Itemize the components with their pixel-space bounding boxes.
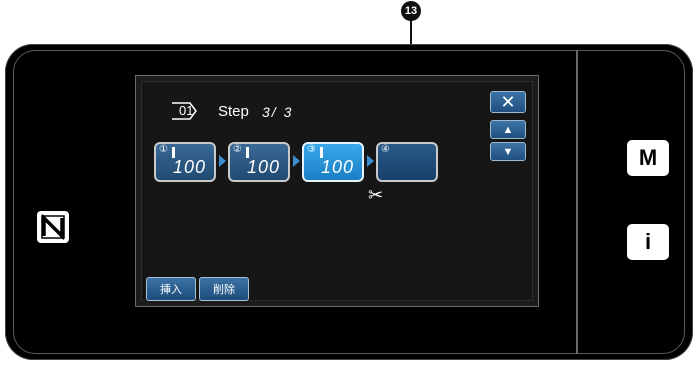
callout-13-badge: 13 <box>401 1 421 21</box>
callout-13-label: 13 <box>404 5 418 17</box>
close-icon: ✕ <box>500 91 516 112</box>
pattern-number-value: 01 <box>179 103 194 118</box>
step-button-3[interactable]: ③ 100 <box>302 142 364 182</box>
insert-button-label: 挿入 <box>160 284 182 296</box>
nfc-icon <box>37 211 69 243</box>
step-counter: 3/ 3 <box>262 104 294 120</box>
lcd-screen: 01 Step 3/ 3 ① 100 ② 100 ③ 100 ④ ✂ ✕ ▲ ▼ <box>135 75 539 307</box>
info-key-label: i <box>644 229 652 254</box>
step-arrow <box>367 155 374 167</box>
scroll-down-button[interactable]: ▼ <box>490 142 526 161</box>
menu-key-label: M <box>638 145 658 170</box>
step-button-2[interactable]: ② 100 <box>228 142 290 182</box>
step-number: ① <box>159 144 168 155</box>
scissors-icon: ✂ <box>368 185 384 205</box>
triangle-up-icon: ▲ <box>502 123 514 136</box>
step-number: ④ <box>381 144 390 155</box>
step-number: ③ <box>307 144 316 155</box>
step-value: 100 <box>246 157 280 177</box>
step-label: Step <box>218 103 249 120</box>
delete-button-label: 削除 <box>213 284 235 296</box>
scroll-up-button[interactable]: ▲ <box>490 120 526 139</box>
step-button-1[interactable]: ① 100 <box>154 142 216 182</box>
triangle-down-icon: ▼ <box>502 145 514 158</box>
panel-divider <box>576 50 578 354</box>
info-key[interactable]: i <box>627 224 669 260</box>
step-arrow <box>219 155 226 167</box>
screen-content: 01 Step 3/ 3 ① 100 ② 100 ③ 100 ④ ✂ ✕ ▲ ▼ <box>141 81 533 301</box>
pattern-number: 01 <box>170 99 198 123</box>
step-button-4[interactable]: ④ <box>376 142 438 182</box>
menu-key[interactable]: M <box>627 140 669 176</box>
step-value: 100 <box>320 157 354 177</box>
step-arrow <box>293 155 300 167</box>
step-value: 100 <box>172 157 206 177</box>
delete-button[interactable]: 削除 <box>199 277 249 301</box>
insert-button[interactable]: 挿入 <box>146 277 196 301</box>
step-number: ② <box>233 144 242 155</box>
close-button[interactable]: ✕ <box>490 91 526 113</box>
